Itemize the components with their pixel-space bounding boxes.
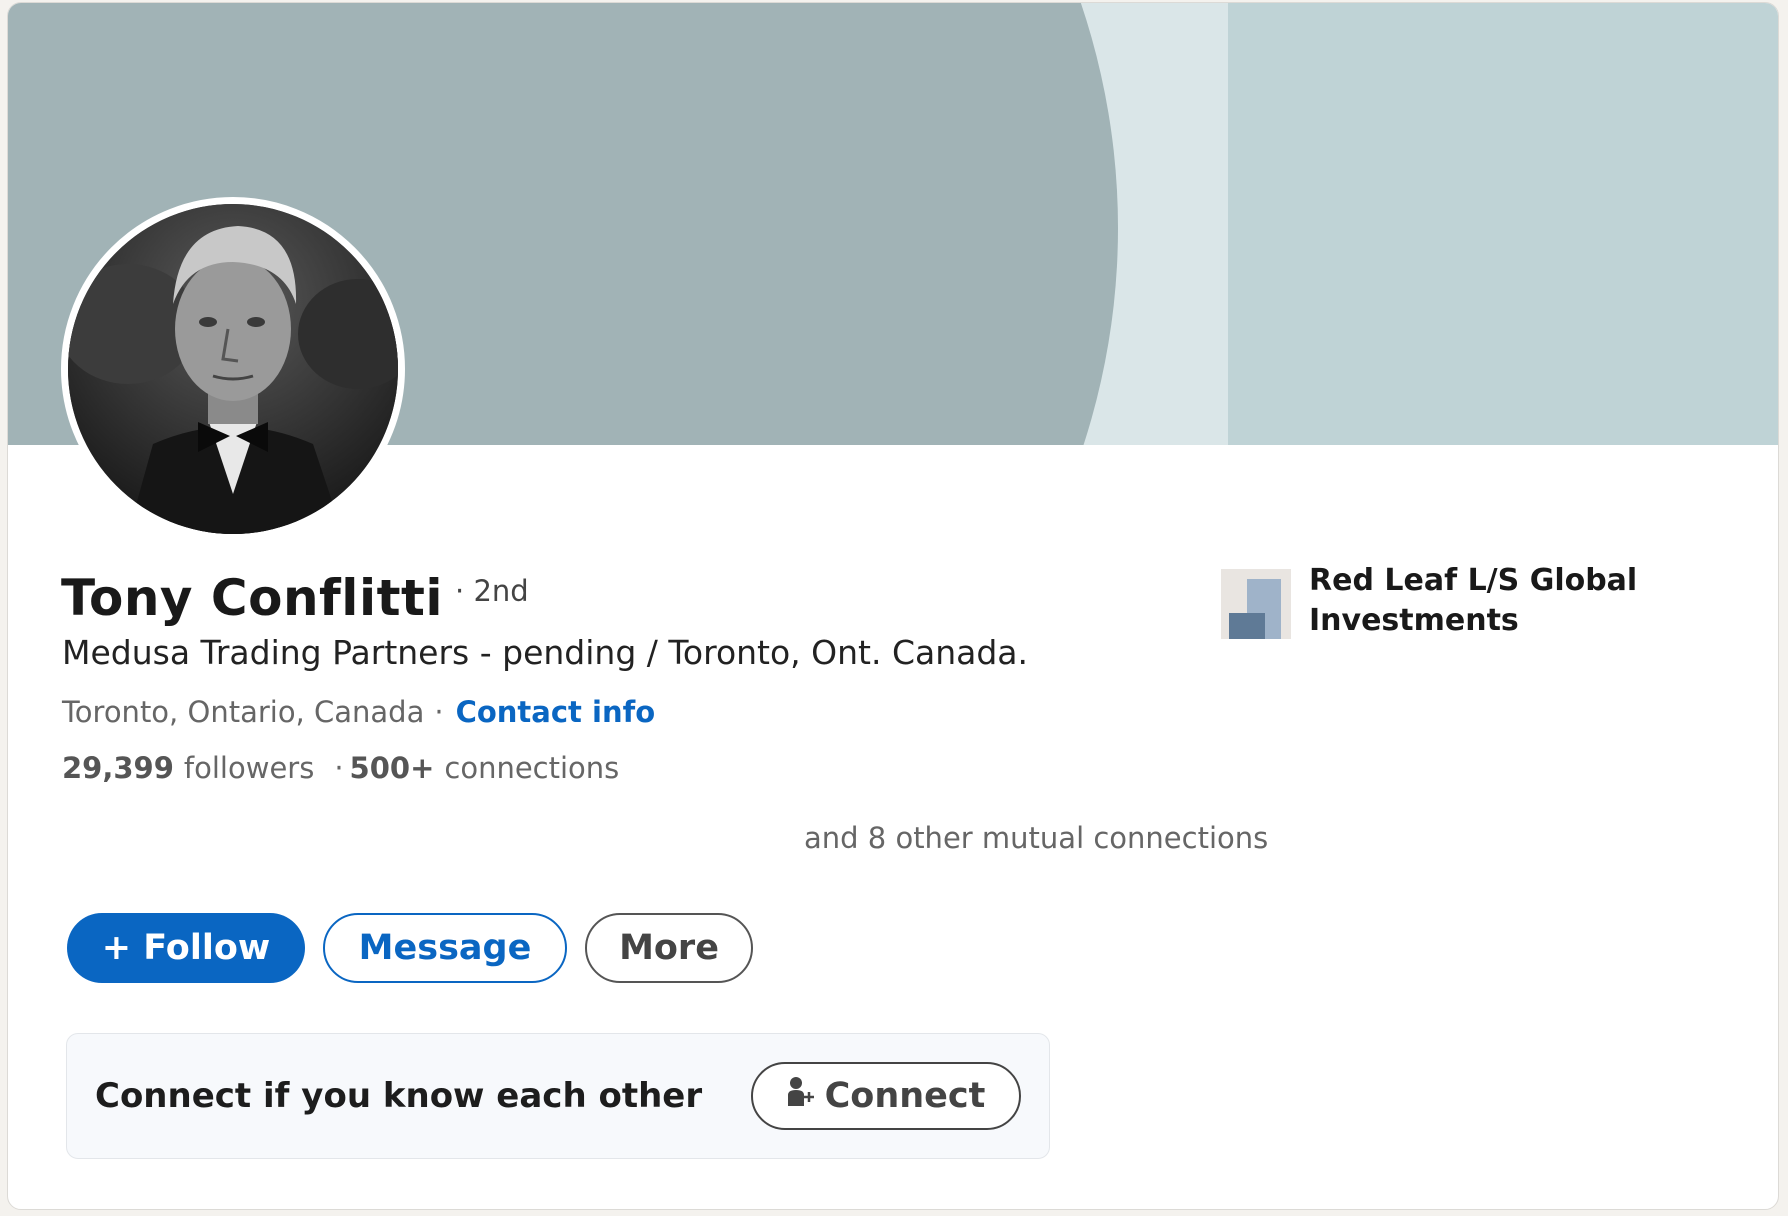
profile-actions: + Follow Message More [67, 913, 753, 983]
location-row: Toronto, Ontario, Canada · Contact info [62, 695, 655, 729]
more-button[interactable]: More [585, 913, 753, 983]
profile-card: Tony Conflitti · 2nd Medusa Trading Part… [7, 2, 1779, 1210]
connect-prompt: Connect if you know each other Connect [66, 1033, 1050, 1159]
add-person-icon [787, 1076, 815, 1117]
followers-label: followers [183, 751, 315, 785]
follow-button[interactable]: + Follow [67, 913, 305, 983]
followers-count: 29,399 [62, 751, 174, 785]
connections-count[interactable]: 500+ [350, 751, 435, 785]
connect-button[interactable]: Connect [751, 1062, 1021, 1130]
connections-label[interactable]: connections [444, 751, 619, 785]
company-logo [1221, 569, 1291, 639]
message-button[interactable]: Message [323, 913, 567, 983]
current-company[interactable]: Red Leaf L/S Global Investments [1221, 563, 1709, 641]
contact-info-link[interactable]: Contact info [456, 695, 656, 729]
profile-location: Toronto, Ontario, Canada [62, 695, 425, 729]
connect-button-label: Connect [824, 1076, 986, 1116]
stats-separator: · [334, 751, 344, 785]
profile-name: Tony Conflitti [61, 569, 444, 627]
profile-headline: Medusa Trading Partners - pending / Toro… [62, 633, 1029, 672]
name-row: Tony Conflitti · 2nd [61, 569, 529, 627]
stats-row: 29,399 followers · 500+ connections [62, 751, 619, 785]
connection-degree: · 2nd [455, 574, 529, 608]
company-name: Red Leaf L/S Global Investments [1309, 563, 1638, 638]
profile-photo[interactable] [61, 197, 405, 541]
location-separator: · [434, 695, 444, 729]
mutual-connections[interactable]: and 8 other mutual connections [804, 821, 1268, 855]
connect-prompt-text: Connect if you know each other [95, 1076, 703, 1116]
